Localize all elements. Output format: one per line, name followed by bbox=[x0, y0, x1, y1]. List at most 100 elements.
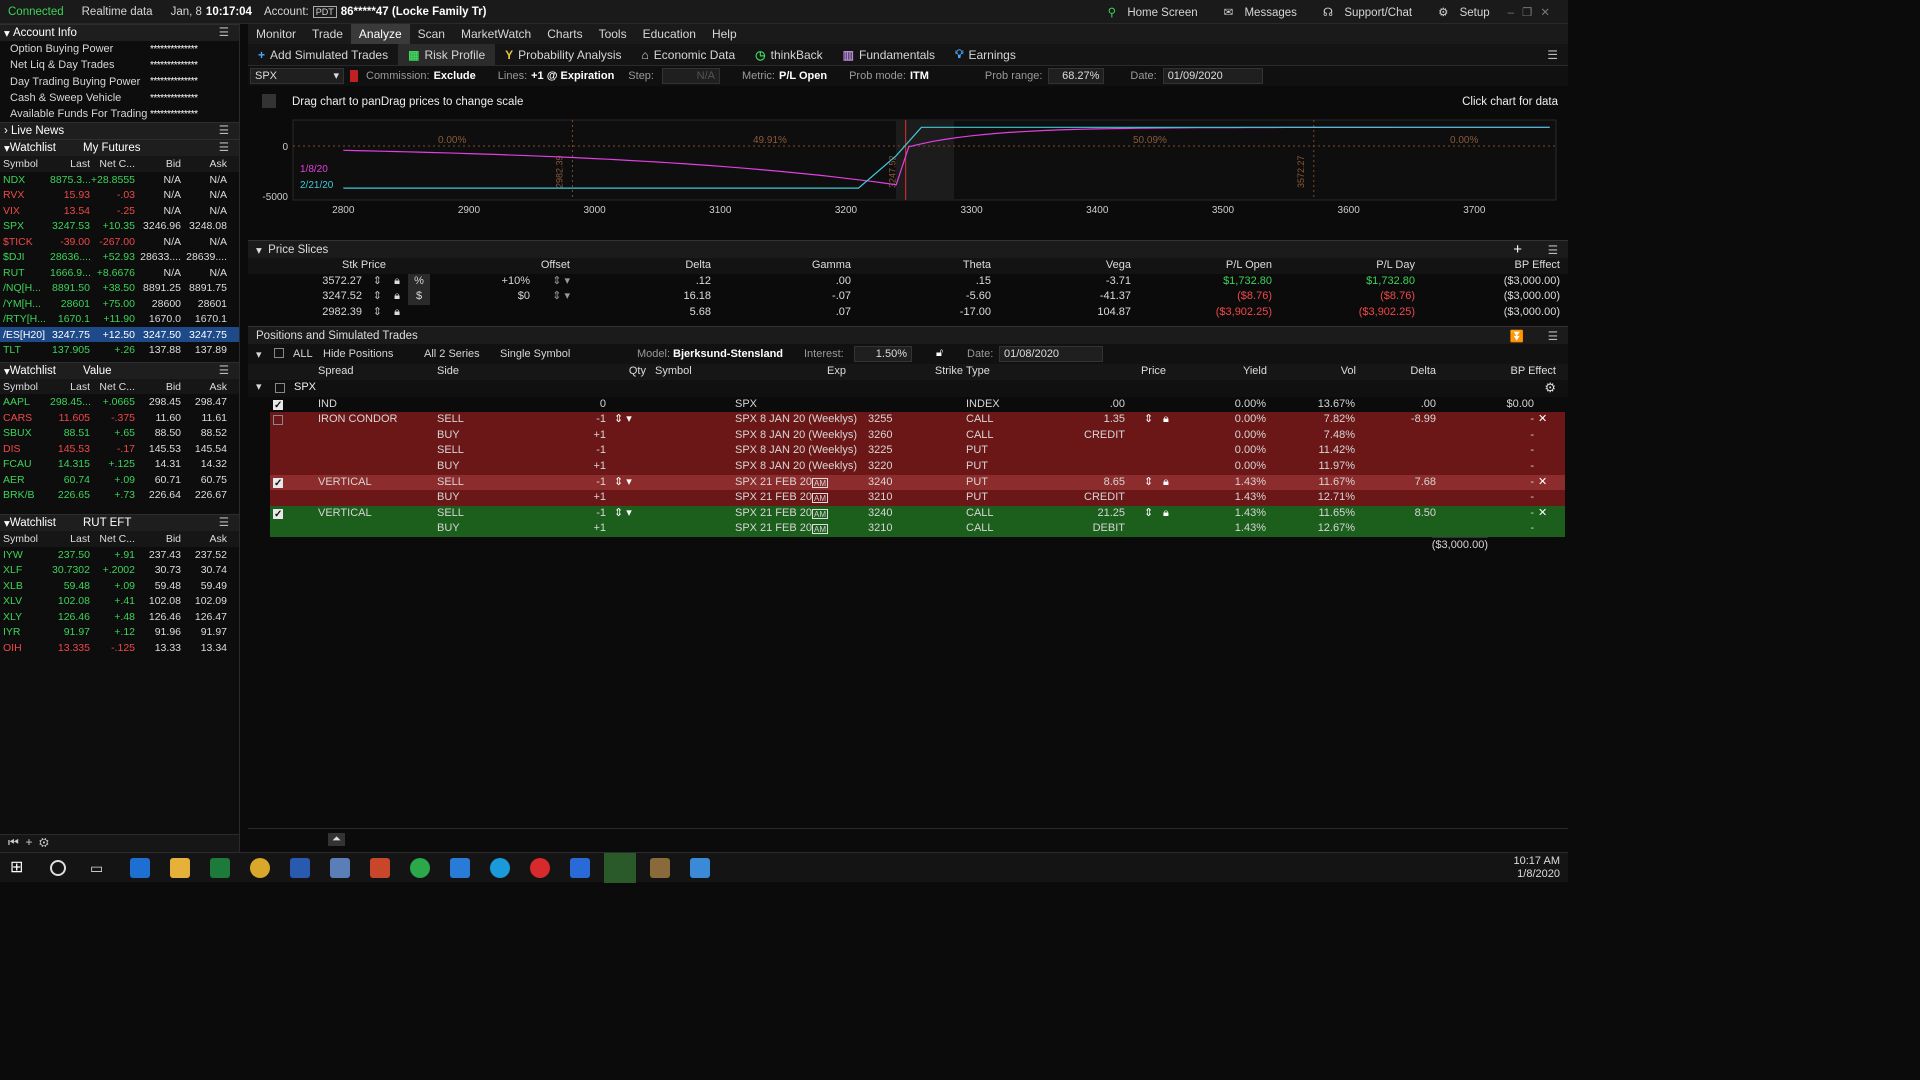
watchlist-header[interactable]: ▾ Watchlist RUT EFT ☰ bbox=[0, 514, 239, 532]
opera-icon[interactable] bbox=[530, 858, 550, 878]
metric-select[interactable]: P/L Open bbox=[779, 70, 827, 82]
column-header[interactable]: Bid bbox=[135, 533, 181, 545]
watchlist-row[interactable]: CARS 11.605 -.375 11.60 11.61 bbox=[0, 410, 239, 426]
app-icon[interactable] bbox=[690, 858, 710, 878]
taskbar-clock[interactable]: 10:17 AM 1/8/2020 bbox=[1514, 855, 1560, 881]
cortana-icon[interactable] bbox=[50, 860, 66, 876]
chart-settings-icon[interactable] bbox=[262, 94, 276, 108]
column-header[interactable]: Net C... bbox=[90, 533, 135, 545]
watchlist-row[interactable]: /YM[H... 28601 +75.00 28600 28601 bbox=[0, 296, 239, 312]
add-slice-icon[interactable]: + bbox=[1513, 241, 1522, 258]
pl-graph[interactable]: 2982.39 3247.52 3572.270.00% 49.91% 50.09% 0.… bbox=[248, 118, 1568, 238]
risk-profile-chart[interactable]: Drag chart to panDrag prices to change s… bbox=[248, 88, 1568, 238]
messages-button[interactable]: ✉ Messages bbox=[1216, 5, 1297, 19]
watchlist-row[interactable]: /NQ[H... 8891.50 +38.50 8891.25 8891.75 bbox=[0, 280, 239, 296]
watchlist-row[interactable]: SBUX 88.51 +.65 88.50 88.52 bbox=[0, 425, 239, 441]
watchlist-row[interactable]: $TICK -39.00 -267.00 N/A N/A bbox=[0, 234, 239, 250]
watchlist-row[interactable]: IYR 91.97 +.12 91.96 91.97 bbox=[0, 624, 239, 640]
menu-icon[interactable]: ☰ bbox=[1548, 243, 1558, 257]
menu-help[interactable]: Help bbox=[704, 24, 745, 44]
toolbar-economic-data[interactable]: ⌂ Economic Data bbox=[632, 44, 746, 66]
menu-analyze[interactable]: Analyze bbox=[350, 24, 410, 44]
column-header[interactable]: Symbol bbox=[0, 533, 50, 545]
menu-scan[interactable]: Scan bbox=[410, 24, 453, 44]
menu-icon[interactable]: ☰ bbox=[219, 140, 229, 154]
home-screen-button[interactable]: ⚲ Home Screen bbox=[1100, 5, 1198, 19]
app-icon[interactable] bbox=[570, 858, 590, 878]
column-header[interactable]: Ask bbox=[181, 533, 227, 545]
series-select[interactable]: All 2 Series bbox=[424, 348, 480, 360]
price-slice-row[interactable]: 3247.52 ⇕ 🔒︎ $ $0 ⇕ ▾ 16.18 -.07 -5.60 -41.37 ($8.… bbox=[248, 289, 1568, 305]
menu-marketwatch[interactable]: MarketWatch bbox=[453, 24, 539, 44]
watchlist-row[interactable]: XLF 30.7302 +.2002 30.73 30.74 bbox=[0, 562, 239, 578]
expand-up-icon[interactable]: ⏶ bbox=[328, 833, 345, 846]
watchlist-row[interactable]: RUT 1666.9... +8.6676 N/A N/A bbox=[0, 265, 239, 281]
account-info-header[interactable]: ▾ Account Info ☰ bbox=[0, 24, 239, 41]
watchlist-row[interactable]: OIH 13.335 -.125 13.33 13.34 bbox=[0, 640, 239, 656]
app-icon[interactable] bbox=[650, 858, 670, 878]
menu-tools[interactable]: Tools bbox=[591, 24, 635, 44]
column-header[interactable]: Symbol bbox=[0, 381, 50, 393]
watchlist-row[interactable]: VIX 13.54 -.25 N/A N/A bbox=[0, 203, 239, 219]
watchlist-row[interactable]: RVX 15.93 -.03 N/A N/A bbox=[0, 187, 239, 203]
position-row[interactable]: IND0SPXINDEX.000.00%13.67%.00$0.00 bbox=[270, 397, 1565, 413]
interest-input[interactable]: 1.50% bbox=[854, 346, 912, 362]
hide-positions-toggle[interactable]: Hide Positions bbox=[323, 348, 393, 360]
probrange-input[interactable]: 68.27% bbox=[1048, 68, 1105, 84]
menu-icon[interactable]: ☰ bbox=[219, 515, 229, 529]
toolbar-risk-profile[interactable]: ▦ Risk Profile bbox=[398, 43, 496, 66]
column-header[interactable]: Last bbox=[50, 533, 90, 545]
chevron-down-icon[interactable]: ▾ bbox=[256, 380, 262, 396]
position-row[interactable]: BUY +1 SPX 21 FEB 20 AM 3210 PUT CREDIT 1.43% 12.… bbox=[270, 490, 1565, 506]
position-row[interactable]: IRON CONDOR SELL -1 ⇕ ▾ SPX 8 JAN 20 (Weeklys… bbox=[270, 412, 1565, 428]
watchlist-header[interactable]: ▾ Watchlist My Futures ☰ bbox=[0, 139, 239, 157]
column-header[interactable]: Symbol bbox=[0, 158, 50, 170]
toolbar-probability-analysis[interactable]: Y Probability Analysis bbox=[495, 44, 631, 66]
position-row[interactable]: BUY +1 SPX 8 JAN 20 (Weeklys) 3260 CALL CREDIT… bbox=[270, 427, 1565, 444]
position-row[interactable]: BUY +1 SPX 21 FEB 20 AM 3210 CALL DEBIT 1.43% 12.… bbox=[270, 521, 1565, 537]
position-row[interactable]: VERTICALSELL-1⇕ ▾SPX21 FEB 20AM3240CALL2… bbox=[270, 505, 1565, 522]
watchlist-row[interactable]: $DJI 28636.... +52.93 28633.... 28639.... bbox=[0, 249, 239, 265]
close-icon[interactable]: ✕ bbox=[1538, 475, 1547, 491]
menu-charts[interactable]: Charts bbox=[539, 24, 590, 44]
watchlist-header[interactable]: ▾ Watchlist Value ☰ bbox=[0, 361, 239, 379]
commission-select[interactable]: Exclude bbox=[434, 70, 476, 82]
watchlist-name-select[interactable]: My Futures bbox=[83, 142, 141, 154]
lock-icon[interactable]: 🔓︎ bbox=[936, 347, 943, 360]
column-header[interactable]: Ask bbox=[181, 158, 227, 170]
menu-icon[interactable]: ☰ bbox=[1547, 48, 1558, 62]
watchlist-name-select[interactable]: Value bbox=[83, 365, 112, 377]
date-input[interactable]: 01/09/2020 bbox=[1162, 68, 1263, 84]
menu-icon[interactable]: ☰ bbox=[1548, 329, 1558, 343]
account-selector[interactable]: 86*****47 (Locke Family Tr) bbox=[341, 6, 487, 18]
menu-icon[interactable]: ☰ bbox=[219, 123, 229, 137]
watchlist-row[interactable]: TLT 137.905 +.26 137.88 137.89 bbox=[0, 342, 239, 358]
windows-start-icon[interactable]: ⊞ bbox=[10, 858, 30, 878]
model-select[interactable]: Bjerksund-Stensland bbox=[673, 348, 783, 360]
powerpoint-icon[interactable] bbox=[370, 858, 390, 878]
watchlist-row[interactable]: /RTY[H... 1670.1 +11.90 1670.0 1670.1 bbox=[0, 311, 239, 327]
menu-education[interactable]: Education bbox=[635, 24, 704, 44]
excel-icon[interactable] bbox=[210, 858, 230, 878]
support-chat-button[interactable]: ☊ Support/Chat bbox=[1315, 5, 1412, 19]
menu-monitor[interactable]: Monitor bbox=[248, 24, 304, 44]
positions-date-input[interactable]: 01/08/2020 bbox=[999, 346, 1103, 362]
chrome-icon[interactable] bbox=[250, 858, 270, 878]
step-input[interactable]: N/A bbox=[661, 68, 720, 84]
lines-select[interactable]: +1 @ Expiration bbox=[531, 70, 614, 82]
position-row[interactable]: VERTICALSELL-1⇕ ▾SPX21 FEB 20AM3240PUT8.… bbox=[270, 474, 1565, 491]
watchlist-row[interactable]: SPX 3247.53 +10.35 3246.96 3248.08 bbox=[0, 218, 239, 234]
price-slice-row[interactable]: 3572.27 ⇕ 🔒︎% +10% ⇕ ▾ .12.00.15 -3.71 $1,732.8… bbox=[248, 273, 1568, 289]
word-icon[interactable] bbox=[290, 858, 310, 878]
symbol-input[interactable]: SPX ▾ bbox=[250, 68, 344, 84]
collapse-icon[interactable]: ⏮ bbox=[8, 835, 19, 849]
gear-icon[interactable]: ⚙ bbox=[1544, 380, 1556, 396]
watchlist-row[interactable]: AER 60.74 +.09 60.71 60.75 bbox=[0, 472, 239, 488]
app-icon[interactable] bbox=[410, 858, 430, 878]
toolbar-add-simulated-trades[interactable]: + Add Simulated Trades bbox=[248, 44, 398, 66]
close-icon[interactable]: ✕ bbox=[1538, 506, 1547, 522]
slice-column-header[interactable]: BP Effect bbox=[248, 258, 1560, 274]
window-controls[interactable]: –❐✕ bbox=[1508, 5, 1558, 19]
watchlist-row[interactable]: AAPL 298.45... +.0665 298.45 298.47 bbox=[0, 394, 239, 410]
watchlist-row[interactable]: XLB 59.48 +.09 59.48 59.49 bbox=[0, 578, 239, 594]
